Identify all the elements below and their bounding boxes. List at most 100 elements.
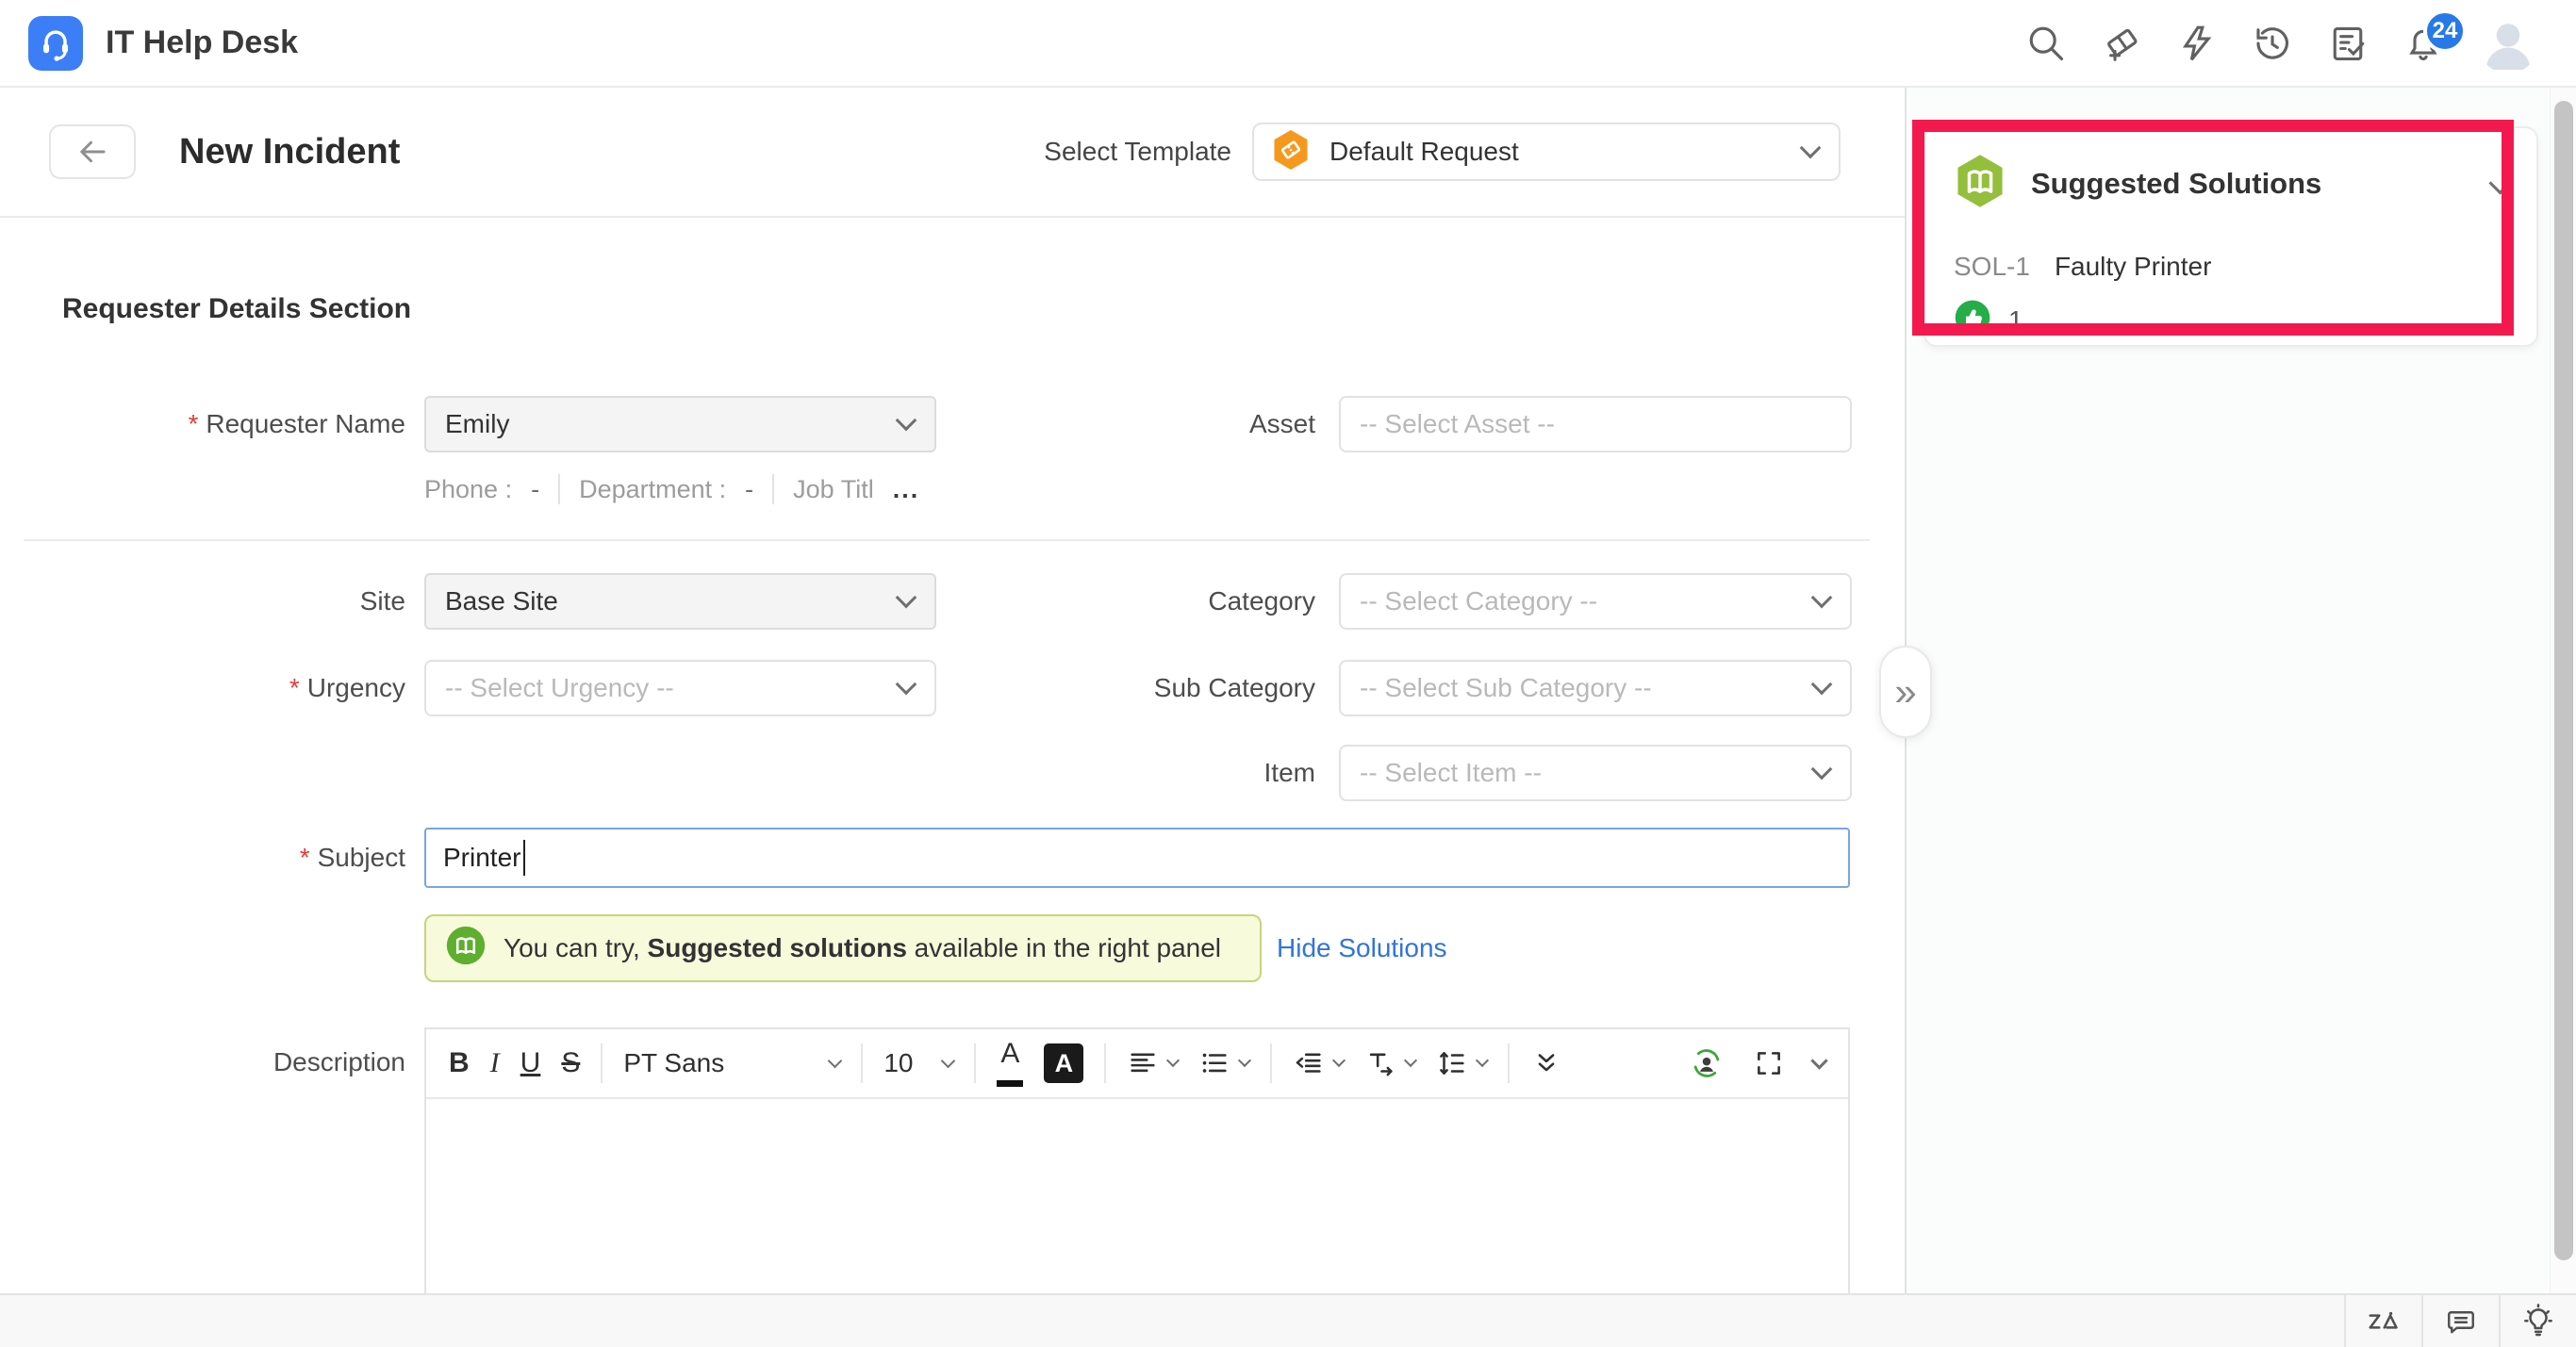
solution-item[interactable]: SOL-1 Faulty Printer (1954, 252, 2508, 282)
app-title: IT Help Desk (106, 25, 298, 61)
divider (772, 474, 774, 504)
chevron-down-icon (1166, 1054, 1180, 1067)
solutions-banner: You can try, Suggested solutions availab… (424, 914, 1262, 982)
tasks-icon[interactable] (2327, 23, 2369, 64)
template-group: Select Template Default Request (1044, 123, 1841, 181)
incident-form: Requester Details Section *Requester Nam… (0, 218, 1905, 1293)
phone-label: Phone : (424, 475, 512, 504)
page-title: New Incident (179, 132, 400, 172)
chat-icon[interactable] (2421, 1295, 2499, 1347)
chevron-down-icon (828, 1053, 843, 1068)
sub-category-select[interactable]: -- Select Sub Category -- (1339, 660, 1852, 716)
chevron-down-icon (1332, 1054, 1346, 1067)
solutions-hexagon-book-icon (1954, 153, 2006, 214)
notifications-icon[interactable]: 24 (2403, 23, 2444, 64)
chevron-down-icon (1238, 1054, 1251, 1067)
solutions-panel-title: Suggested Solutions (2031, 167, 2321, 201)
bottom-bar (0, 1293, 2576, 1347)
form-divider (24, 539, 1870, 541)
collapse-solutions-chevron-icon[interactable] (2488, 172, 2511, 194)
quick-actions-icon[interactable] (2176, 23, 2218, 64)
urgency-select[interactable]: -- Select Urgency -- (424, 660, 936, 716)
hide-solutions-link[interactable]: Hide Solutions (1277, 914, 1447, 982)
requester-name-label: *Requester Name (0, 396, 405, 452)
subject-value: Printer (443, 843, 520, 873)
highlight-color-button[interactable]: A (1044, 1043, 1083, 1083)
user-avatar[interactable] (2478, 13, 2538, 74)
lightbulb-icon[interactable] (2499, 1295, 2576, 1347)
requester-name-value: Emily (445, 409, 509, 439)
site-select[interactable]: Base Site (424, 573, 936, 630)
text-color-button[interactable]: A (997, 1040, 1023, 1087)
template-label: Select Template (1044, 137, 1231, 167)
chevron-down-icon (1811, 674, 1833, 696)
chevron-down-icon (1811, 759, 1833, 780)
divider (601, 1043, 603, 1083)
chevron-down-icon (1476, 1054, 1489, 1067)
template-select[interactable]: Default Request (1252, 123, 1841, 181)
solution-title: Faulty Printer (2055, 252, 2212, 282)
subject-input[interactable]: Printer (424, 828, 1850, 888)
bold-button[interactable]: B (449, 1047, 470, 1079)
font-family-value: PT Sans (623, 1048, 724, 1078)
asset-placeholder: -- Select Asset -- (1360, 409, 1555, 439)
right-panel: Suggested Solutions SOL-1 Faulty Printer… (1905, 88, 2576, 1293)
likes-count: 1 (2008, 305, 2023, 336)
editor-toolbar: B I U S PT Sans 10 A (426, 1029, 1848, 1099)
banner-text: You can try, Suggested solutions availab… (504, 933, 1221, 963)
divider (974, 1043, 976, 1083)
search-icon[interactable] (2025, 23, 2067, 64)
job-title-label: Job Titl (793, 475, 874, 504)
topbar-actions: 24 (2025, 13, 2538, 74)
collapse-panel-button[interactable]: » (1879, 646, 1932, 738)
content: New Incident Select Template Default Re (0, 88, 2576, 1293)
app-logo-icon (28, 16, 83, 71)
solution-likes: 1 (1954, 299, 2508, 341)
zia-assistant-icon[interactable] (2344, 1295, 2421, 1347)
font-size-select[interactable]: 10 (883, 1048, 953, 1078)
back-button[interactable] (49, 124, 136, 179)
text-caret (523, 840, 525, 876)
description-textarea[interactable] (426, 1099, 1848, 1293)
font-size-value: 10 (883, 1048, 913, 1078)
list-select[interactable] (1198, 1047, 1249, 1079)
fullscreen-button[interactable] (1753, 1047, 1785, 1079)
italic-button[interactable]: I (490, 1047, 500, 1079)
editor-more-chevron-icon[interactable] (1810, 1052, 1827, 1069)
divider (1508, 1043, 1510, 1083)
more-dots[interactable]: ... (893, 475, 920, 504)
category-select[interactable]: -- Select Category -- (1339, 573, 1852, 630)
suggested-solutions-card: Suggested Solutions SOL-1 Faulty Printer… (1924, 126, 2538, 347)
page-header: New Incident Select Template Default Re (0, 88, 1905, 218)
item-label: Item (896, 745, 1315, 801)
scrollbar-thumb[interactable] (2554, 101, 2573, 1260)
thumbs-up-icon (1954, 299, 1991, 341)
align-select[interactable] (1127, 1047, 1178, 1079)
template-icon (1271, 128, 1311, 176)
site-value: Base Site (445, 586, 558, 616)
asset-input[interactable]: -- Select Asset -- (1339, 396, 1852, 452)
add-request-icon[interactable] (2101, 23, 2142, 64)
item-placeholder: -- Select Item -- (1360, 758, 1542, 788)
scrollbar-track (2550, 88, 2576, 1293)
category-placeholder: -- Select Category -- (1360, 586, 1597, 616)
more-formatting-button[interactable] (1530, 1047, 1562, 1079)
solutions-card-header: Suggested Solutions (1954, 153, 2508, 214)
chevron-down-icon (1404, 1054, 1417, 1067)
personalize-user-icon[interactable] (1689, 1045, 1725, 1081)
chevron-down-icon (1811, 587, 1833, 609)
line-spacing-select[interactable] (1436, 1047, 1487, 1079)
requester-name-select[interactable]: Emily (424, 396, 936, 452)
indent-select[interactable] (1293, 1047, 1344, 1079)
description-label: Description (0, 1027, 405, 1097)
sub-category-label: Sub Category (896, 660, 1315, 716)
phone-value: - (531, 475, 539, 504)
text-direction-select[interactable] (1364, 1047, 1415, 1079)
item-select[interactable]: -- Select Item -- (1339, 745, 1852, 801)
history-icon[interactable] (2252, 23, 2293, 64)
divider (861, 1043, 863, 1083)
sub-category-placeholder: -- Select Sub Category -- (1360, 673, 1652, 703)
underline-button[interactable]: U (520, 1047, 541, 1079)
strikethrough-button[interactable]: S (561, 1047, 580, 1079)
font-family-select[interactable]: PT Sans (623, 1048, 840, 1078)
